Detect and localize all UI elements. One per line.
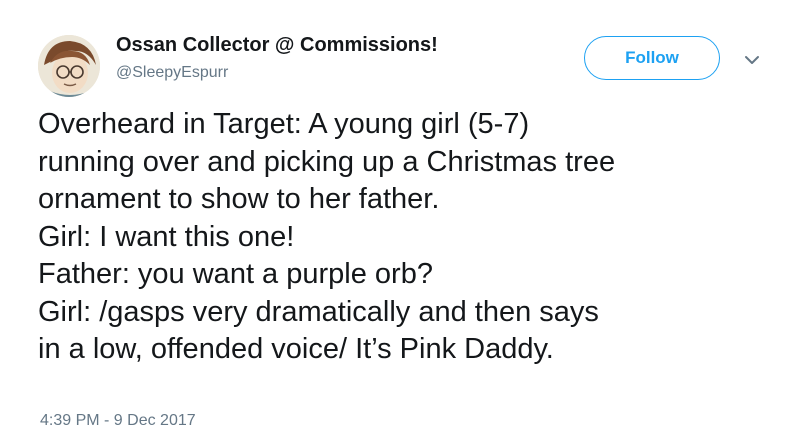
tweet-line: in a low, offended voice/ It’s Pink Dadd…: [38, 333, 554, 365]
tweet-line: Girl: /gasps very dramatically and then …: [38, 295, 599, 328]
tweet-line: Girl: I want this one!: [38, 220, 295, 253]
tweet-line: ornament to show to her father.: [38, 183, 440, 215]
follow-button[interactable]: Follow: [584, 36, 720, 80]
tweet-timestamp[interactable]: 4:39 PM - 9 Dec 2017: [40, 412, 196, 430]
display-name[interactable]: Ossan Collector @ Commissions!: [116, 34, 438, 57]
tweet-line: Father: you want a purple orb?: [38, 258, 433, 290]
tweet-line: running over and picking up a Christmas …: [38, 145, 616, 178]
tweet-line: Overheard in Target: A young girl (5-7): [38, 108, 530, 140]
user-handle[interactable]: @SleepyEspurr: [116, 64, 228, 82]
chevron-down-icon[interactable]: [741, 49, 763, 71]
avatar[interactable]: [38, 35, 100, 97]
tweet-text: Overheard in Target: A young girl (5-7) …: [38, 106, 778, 369]
avatar-illustration: [38, 35, 100, 97]
follow-button-label: Follow: [625, 48, 679, 67]
